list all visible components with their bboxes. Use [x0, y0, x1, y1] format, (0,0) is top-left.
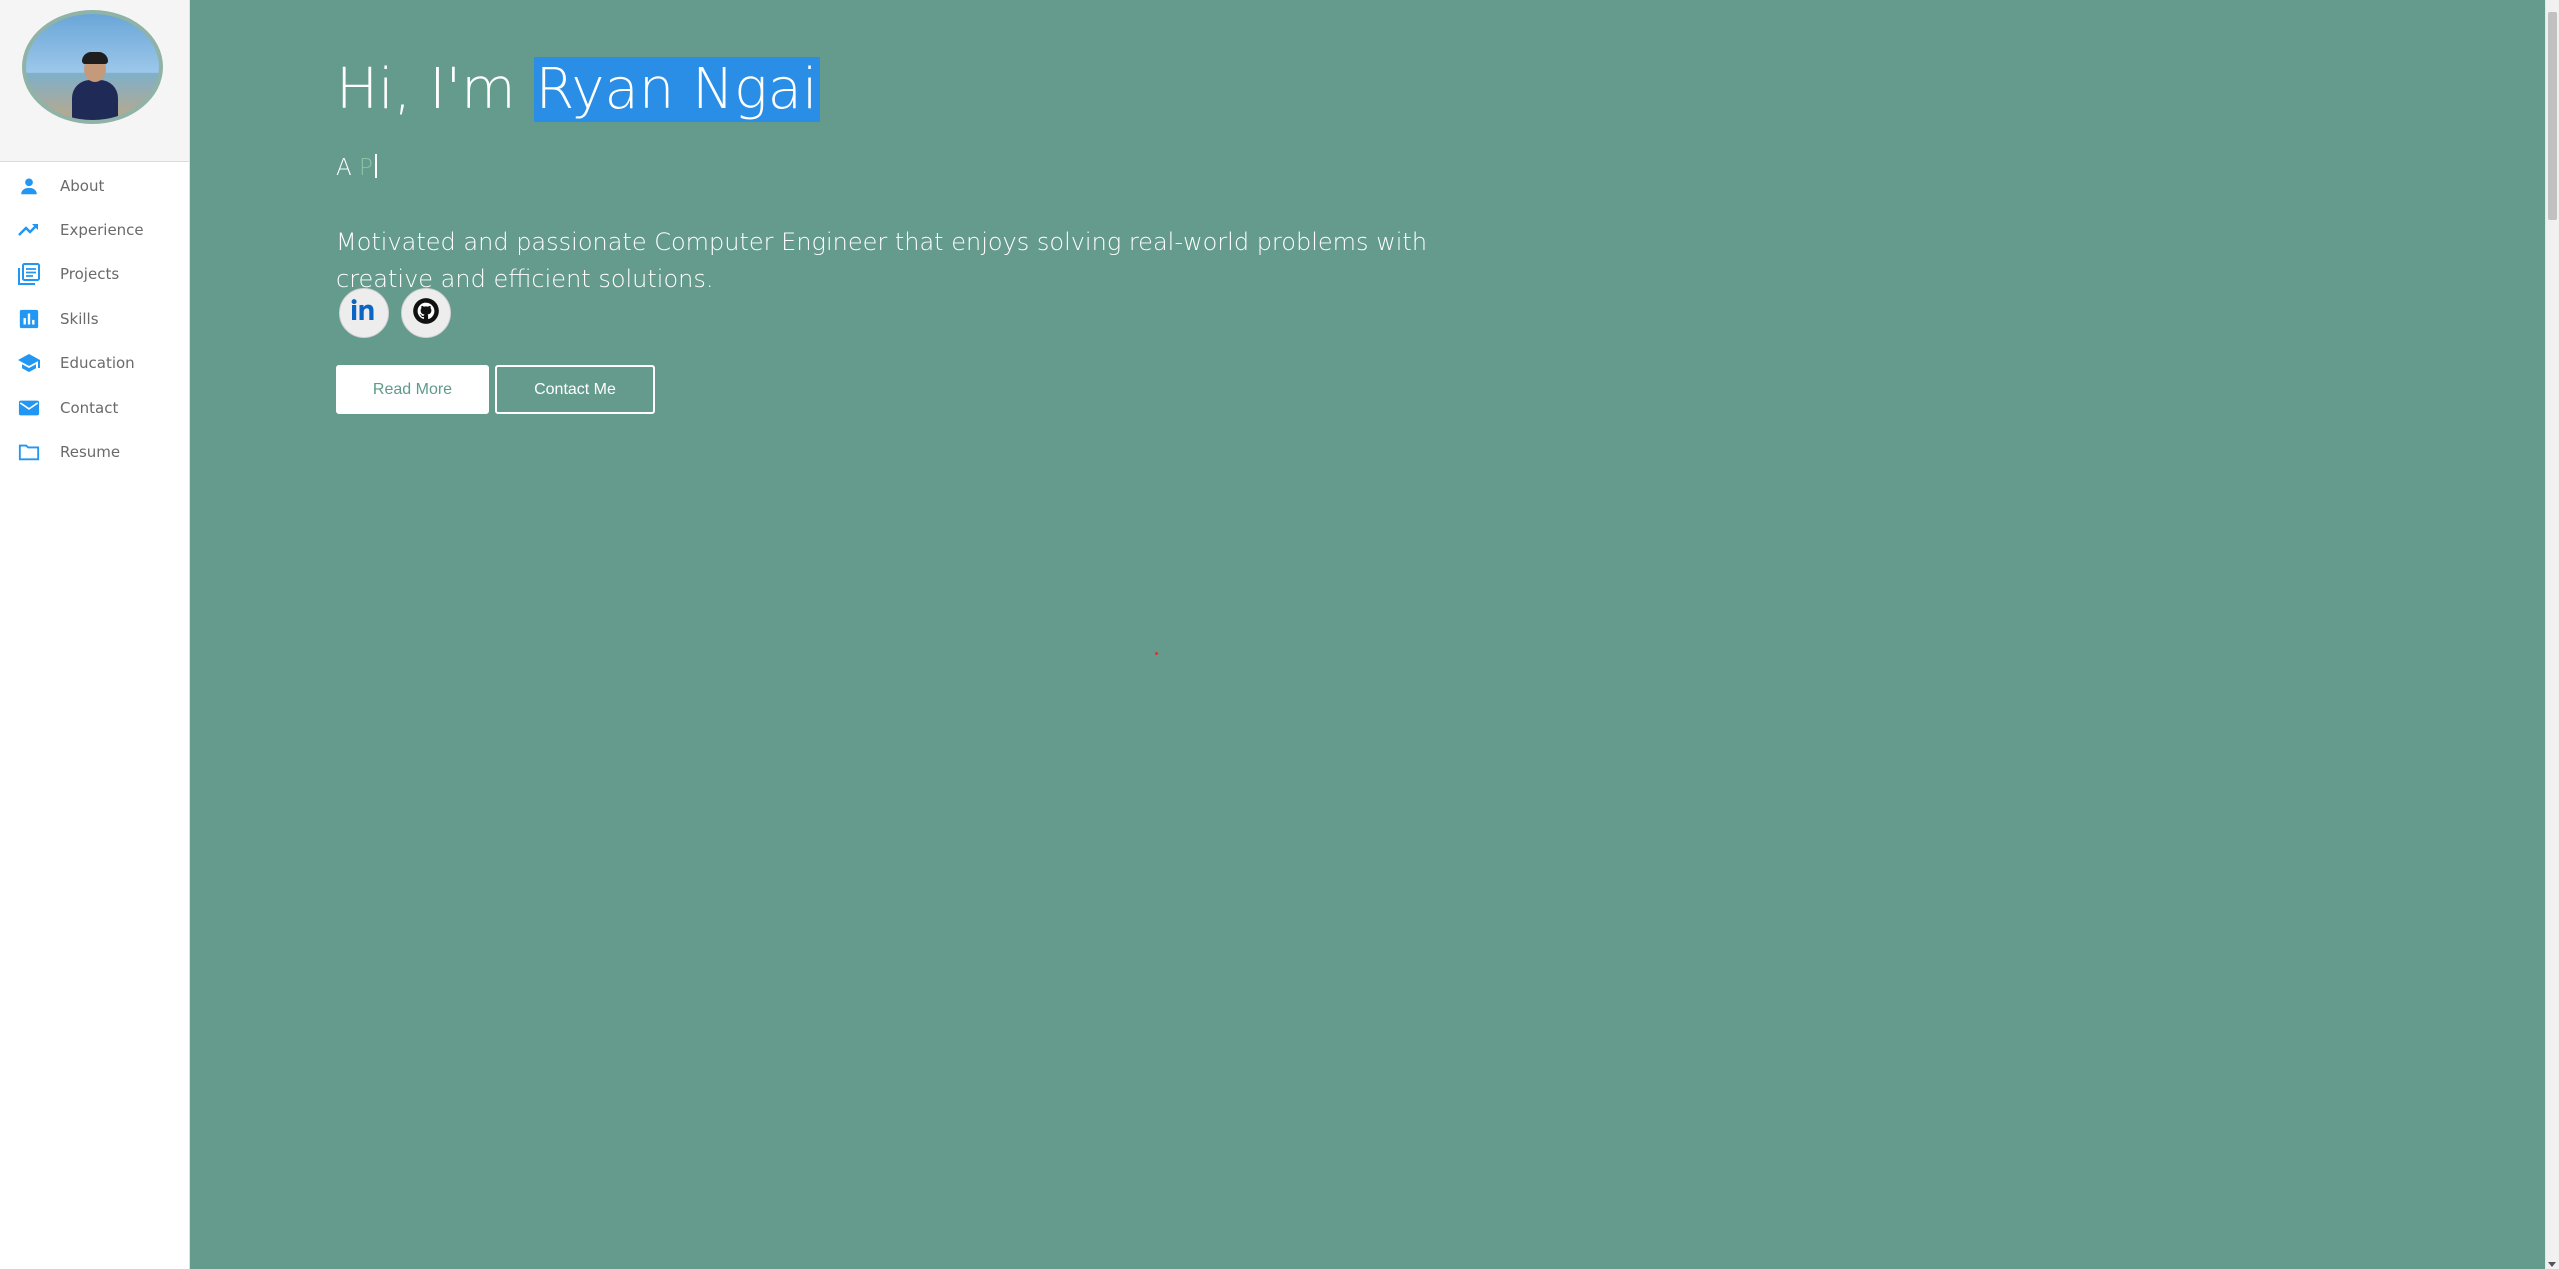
bar-chart-icon [16, 306, 42, 332]
sidebar-item-resume[interactable]: Resume [0, 432, 189, 472]
sidebar-item-skills[interactable]: Skills [0, 299, 189, 339]
typing-prefix: A [336, 155, 360, 181]
hero-bio: Motivated and passionate Computer Engine… [336, 228, 1428, 293]
read-more-button[interactable]: Read More [336, 365, 489, 414]
hero-name[interactable]: Ryan Ngai [533, 57, 820, 122]
sidebar-item-label: Resume [60, 443, 121, 461]
email-icon [16, 395, 42, 421]
contact-me-button[interactable]: Contact Me [495, 365, 655, 414]
sidebar-item-label: About [60, 177, 105, 195]
hero-section: Hi, I'm Ryan Ngai A P Motivated and pass… [190, 0, 2545, 1269]
avatar-hair [82, 52, 108, 64]
page-scrollbar[interactable] [2545, 0, 2559, 1269]
hero-title: Hi, I'm Ryan Ngai [336, 54, 820, 126]
linkedin-icon [349, 298, 379, 328]
sidebar-item-projects[interactable]: Projects [0, 254, 189, 294]
github-icon [412, 297, 440, 329]
scrollbar-thumb[interactable] [2548, 12, 2557, 220]
cursor-dot [1155, 652, 1158, 655]
github-button[interactable] [401, 288, 451, 338]
folder-icon [16, 439, 42, 465]
trending-up-icon [16, 217, 42, 243]
avatar-container [0, 0, 189, 162]
sidebar-item-label: Contact [60, 399, 119, 417]
sidebar-item-label: Projects [60, 265, 120, 283]
sidebar-item-label: Experience [60, 221, 144, 239]
school-icon [16, 350, 42, 376]
sidebar-item-about[interactable]: About [0, 166, 189, 206]
sidebar-item-label: Skills [60, 310, 99, 328]
typing-caret [374, 154, 377, 178]
hero-greeting: Hi, I'm [336, 57, 534, 122]
library-books-icon [16, 261, 42, 287]
person-icon [16, 173, 42, 199]
typing-partial: P [359, 155, 373, 181]
sidebar-item-experience[interactable]: Experience [0, 210, 189, 250]
scroll-down-arrow-icon[interactable] [2548, 1262, 2556, 1267]
avatar[interactable] [22, 10, 163, 124]
typing-text: A P [336, 154, 377, 181]
sidebar-item-contact[interactable]: Contact [0, 388, 189, 428]
avatar-body [72, 80, 118, 120]
sidebar-item-label: Education [60, 354, 135, 372]
sidebar: About Experience Projects Skills Educati… [0, 0, 190, 1269]
sidebar-item-education[interactable]: Education [0, 343, 189, 383]
linkedin-button[interactable] [339, 288, 389, 338]
